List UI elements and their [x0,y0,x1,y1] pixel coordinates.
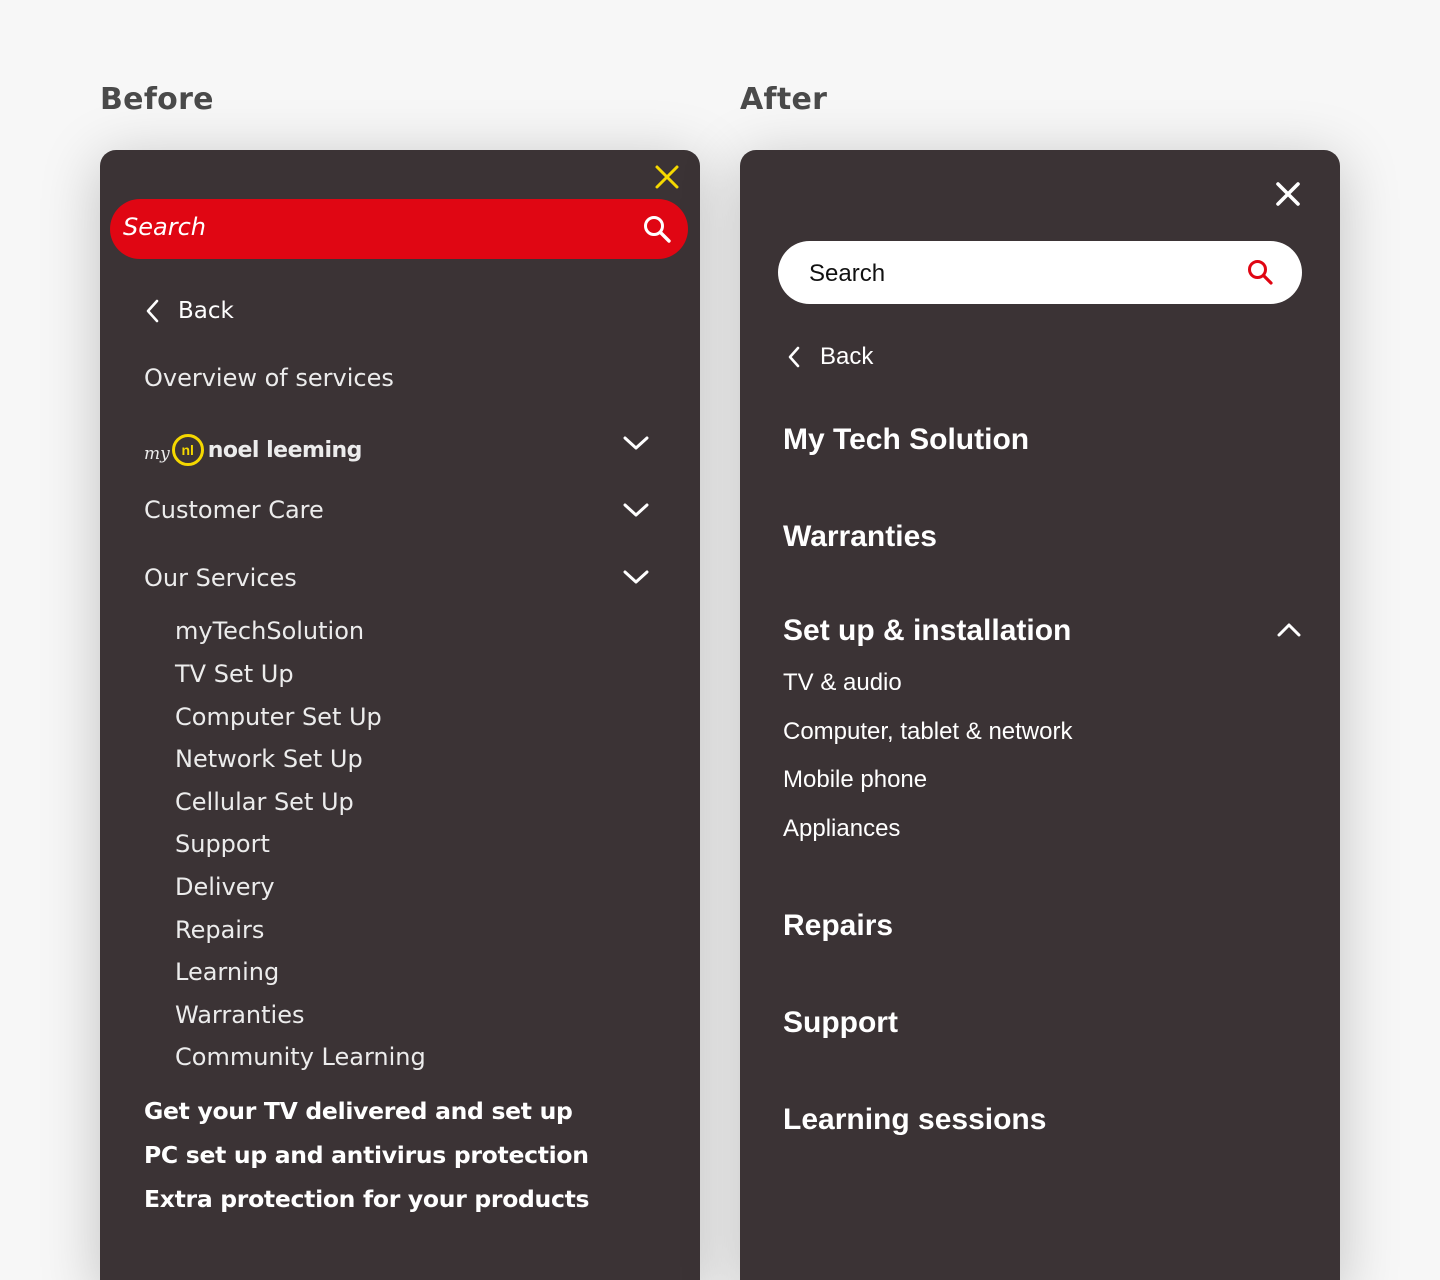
menu-item-setup-installation[interactable]: Set up & installation [783,614,1071,648]
submenu-item[interactable]: Cellular Set Up [175,788,354,816]
submenu-item[interactable]: Learning [175,958,279,986]
submenu-item[interactable]: Mobile phone [783,766,927,794]
search-bar[interactable]: Search [778,241,1302,304]
search-icon[interactable] [1246,258,1274,286]
chevron-left-icon [146,299,159,323]
logo-mark: nl [171,434,204,466]
submenu-item[interactable]: myTechSolution [175,617,364,645]
submenu-item[interactable]: Warranties [175,1001,304,1029]
promo-link[interactable]: Get your TV delivered and set up [144,1097,573,1125]
close-icon[interactable] [1274,180,1302,208]
menu-item-repairs[interactable]: Repairs [783,909,893,943]
menu-item-support[interactable]: Support [783,1006,898,1040]
promo-link[interactable]: PC set up and antivirus protection [144,1141,589,1169]
submenu-item[interactable]: Computer Set Up [175,703,382,731]
chevron-down-icon[interactable] [622,434,650,452]
search-placeholder: Search [809,260,886,287]
submenu-item[interactable]: TV & audio [783,669,902,697]
promo-link[interactable]: Extra protection for your products [144,1185,590,1213]
submenu-item[interactable]: Network Set Up [175,745,363,773]
submenu-item[interactable]: Community Learning [175,1043,426,1071]
logo-mark-text: nl [181,442,194,458]
search-bar[interactable]: Search [110,199,688,259]
submenu-item[interactable]: Repairs [175,916,264,944]
menu-item-learning-sessions[interactable]: Learning sessions [783,1103,1046,1137]
submenu-item[interactable]: TV Set Up [175,660,294,688]
menu-item-overview[interactable]: Overview of services [144,364,394,392]
back-link[interactable]: Back [786,342,873,372]
menu-item-customer-care[interactable]: Customer Care [144,496,324,524]
chevron-up-icon[interactable] [1276,622,1302,638]
search-icon[interactable] [642,214,672,244]
after-heading: After [740,82,828,117]
menu-item-warranties[interactable]: Warranties [783,520,937,554]
menu-item-my-tech-solution[interactable]: My Tech Solution [783,423,1029,457]
before-heading: Before [100,82,214,117]
after-menu-panel: Search Back My Tech Solution Warranties … [740,150,1340,1280]
back-label: Back [178,298,234,324]
logo-prefix: my [144,444,170,464]
submenu-item[interactable]: Support [175,830,270,858]
submenu-item[interactable]: Computer, tablet & network [783,718,1072,746]
back-label: Back [820,343,874,370]
my-noel-leeming-logo[interactable]: my nl noel leeming [144,430,362,470]
before-menu-panel: Search Back Overview of services my nl n… [100,150,700,1280]
chevron-left-icon [788,346,800,368]
search-placeholder: Search [123,213,206,241]
menu-item-our-services[interactable]: Our Services [144,564,297,592]
back-link[interactable]: Back [144,296,234,326]
logo-brand: noel leeming [207,437,363,463]
close-icon[interactable] [654,164,680,190]
chevron-down-icon[interactable] [622,568,650,586]
submenu-item[interactable]: Delivery [175,873,275,901]
submenu-item[interactable]: Appliances [783,815,900,843]
chevron-down-icon[interactable] [622,501,650,519]
